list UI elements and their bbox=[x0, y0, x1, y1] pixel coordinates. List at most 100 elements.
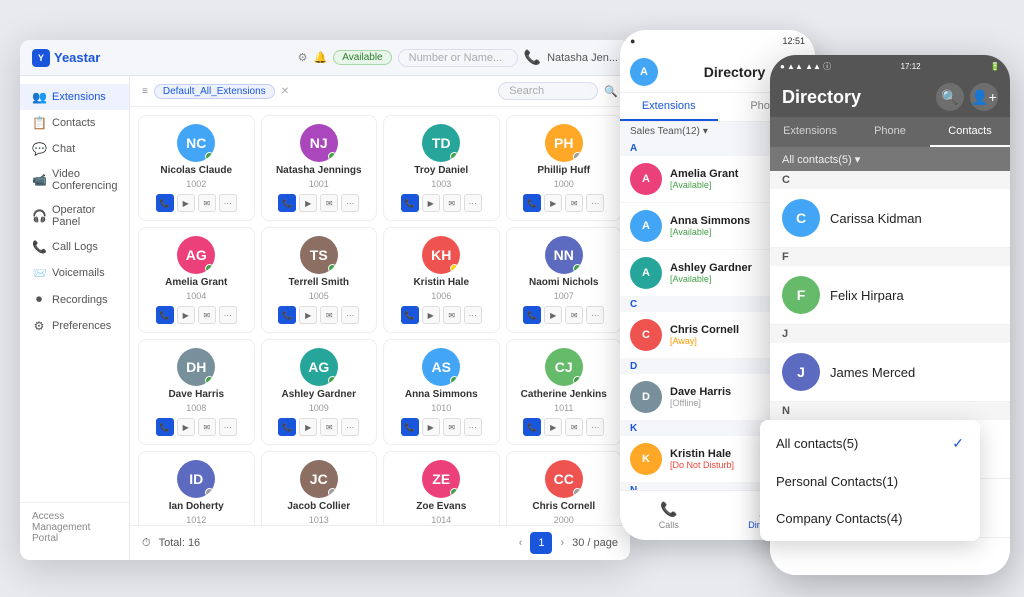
phone2-contact-item-2[interactable]: J James Merced bbox=[770, 343, 1010, 402]
phone2-contact-name: Felix Hirpara bbox=[830, 288, 904, 303]
video-button[interactable]: ▶ bbox=[299, 306, 317, 324]
message-button[interactable]: ✉ bbox=[320, 194, 338, 212]
phone2-tabs: Extensions Phone Contacts bbox=[770, 117, 1010, 148]
video-button[interactable]: ▶ bbox=[299, 418, 317, 436]
filter-tag[interactable]: Default_All_Extensions bbox=[154, 84, 275, 99]
video-button[interactable]: ▶ bbox=[544, 194, 562, 212]
phone2-contact-item-0[interactable]: C Carissa Kidman bbox=[770, 189, 1010, 248]
phone1-status-bar: ● 12:51 bbox=[620, 30, 815, 52]
video-button[interactable]: ▶ bbox=[177, 194, 195, 212]
video-button[interactable]: ▶ bbox=[544, 306, 562, 324]
search-contacts-input[interactable]: Search bbox=[498, 82, 598, 100]
more-button[interactable]: ··· bbox=[219, 418, 237, 436]
call-button[interactable]: 📞 bbox=[156, 306, 174, 324]
message-button[interactable]: ✉ bbox=[565, 306, 583, 324]
message-button[interactable]: ✉ bbox=[443, 418, 461, 436]
call-button[interactable]: 📞 bbox=[156, 418, 174, 436]
sidebar-item-contacts[interactable]: 📋 Contacts bbox=[20, 110, 129, 136]
message-button[interactable]: ✉ bbox=[565, 418, 583, 436]
phone1-tab-extensions[interactable]: Extensions bbox=[620, 93, 718, 121]
phone2-contact-item-1[interactable]: F Felix Hirpara bbox=[770, 266, 1010, 325]
video-button[interactable]: ▶ bbox=[177, 306, 195, 324]
call-button[interactable]: 📞 bbox=[523, 194, 541, 212]
call-button[interactable]: 📞 bbox=[401, 418, 419, 436]
message-button[interactable]: ✉ bbox=[443, 306, 461, 324]
video-button[interactable]: ▶ bbox=[422, 194, 440, 212]
contact-extension: 1002 bbox=[186, 179, 206, 189]
call-button[interactable]: 📞 bbox=[278, 194, 296, 212]
sidebar-footer[interactable]: Access Management Portal bbox=[20, 502, 129, 552]
call-button[interactable]: 📞 bbox=[156, 194, 174, 212]
more-button[interactable]: ··· bbox=[341, 306, 359, 324]
more-button[interactable]: ··· bbox=[586, 418, 604, 436]
letter-divider: J bbox=[770, 325, 1010, 343]
sidebar-item-calllogs[interactable]: 📞 Call Logs bbox=[20, 234, 129, 260]
contact-avatar: AG bbox=[177, 236, 215, 274]
window-body: 👥 Extensions 📋 Contacts 💬 Chat 📹 Video C… bbox=[20, 76, 630, 560]
phone2-search-button[interactable]: 🔍 bbox=[936, 83, 964, 111]
more-button[interactable]: ··· bbox=[586, 306, 604, 324]
phone2-tab-phone[interactable]: Phone bbox=[850, 117, 930, 147]
availability-status[interactable]: Available bbox=[333, 50, 391, 65]
call-button[interactable]: 📞 bbox=[278, 306, 296, 324]
contact-actions: 📞 ▶ ✉ ··· bbox=[401, 306, 482, 324]
contact-card-15: CC Chris Cornell 2000 📞 ▶ ✉ ··· bbox=[506, 451, 623, 525]
phone1-contact-avatar: K bbox=[630, 443, 662, 475]
message-button[interactable]: ✉ bbox=[320, 418, 338, 436]
more-button[interactable]: ··· bbox=[586, 194, 604, 212]
contact-actions: 📞 ▶ ✉ ··· bbox=[401, 418, 482, 436]
more-button[interactable]: ··· bbox=[464, 194, 482, 212]
sidebar-item-extensions[interactable]: 👥 Extensions bbox=[20, 84, 129, 110]
call-button[interactable]: 📞 bbox=[401, 306, 419, 324]
phone2-tab-extensions[interactable]: Extensions bbox=[770, 117, 850, 147]
dropdown-item-1[interactable]: Personal Contacts(1) bbox=[760, 463, 980, 500]
page-size-selector[interactable]: 30 / page bbox=[572, 537, 618, 549]
video-button[interactable]: ▶ bbox=[177, 418, 195, 436]
sidebar-item-recordings[interactable]: ⏺ Recordings bbox=[20, 286, 129, 313]
titlebar-controls: ⚙ 🔔 Available Number or Name... 📞 Natash… bbox=[298, 49, 618, 67]
more-button[interactable]: ··· bbox=[219, 306, 237, 324]
call-button[interactable]: 📞 bbox=[523, 418, 541, 436]
app-title: Yeastar bbox=[54, 50, 100, 65]
sidebar-label-operator: Operator Panel bbox=[52, 204, 117, 228]
phone2-status-bar: ● ▲▲ ▲▲ ⓘ 17:12 🔋 bbox=[770, 55, 1010, 77]
sidebar-item-preferences[interactable]: ⚙ Preferences bbox=[20, 313, 129, 339]
phone2-add-button[interactable]: 👤+ bbox=[970, 83, 998, 111]
contact-extension: 1005 bbox=[309, 291, 329, 301]
dropdown-item-label: Company Contacts(4) bbox=[776, 511, 902, 526]
sidebar-item-operator[interactable]: 🎧 Operator Panel bbox=[20, 198, 129, 234]
message-button[interactable]: ✉ bbox=[443, 194, 461, 212]
contact-extension: 1008 bbox=[186, 403, 206, 413]
call-button[interactable]: 📞 bbox=[523, 306, 541, 324]
sidebar-item-voicemails[interactable]: 📨 Voicemails bbox=[20, 260, 129, 286]
dropdown-item-0[interactable]: All contacts(5) ✓ bbox=[760, 424, 980, 463]
phone2-section-header[interactable]: All contacts(5) ▾ bbox=[770, 148, 1010, 171]
message-button[interactable]: ✉ bbox=[198, 306, 216, 324]
video-button[interactable]: ▶ bbox=[422, 306, 440, 324]
message-button[interactable]: ✉ bbox=[320, 306, 338, 324]
sidebar-item-chat[interactable]: 💬 Chat bbox=[20, 136, 129, 162]
call-button[interactable]: 📞 bbox=[278, 418, 296, 436]
message-button[interactable]: ✉ bbox=[198, 418, 216, 436]
page-1-button[interactable]: 1 bbox=[530, 532, 552, 554]
video-button[interactable]: ▶ bbox=[422, 418, 440, 436]
phone1-left-status: ● bbox=[630, 36, 635, 46]
more-button[interactable]: ··· bbox=[219, 194, 237, 212]
more-button[interactable]: ··· bbox=[341, 418, 359, 436]
message-button[interactable]: ✉ bbox=[198, 194, 216, 212]
contact-card-12: ID Ian Doherty 1012 📞 ▶ ✉ ··· bbox=[138, 451, 255, 525]
phone1-tab-calls[interactable]: 📞 Calls bbox=[620, 497, 718, 534]
dropdown-item-label: Personal Contacts(1) bbox=[776, 474, 898, 489]
call-button[interactable]: 📞 bbox=[401, 194, 419, 212]
dropdown-item-2[interactable]: Company Contacts(4) bbox=[760, 500, 980, 537]
contact-actions: 📞 ▶ ✉ ··· bbox=[278, 306, 359, 324]
more-button[interactable]: ··· bbox=[464, 306, 482, 324]
more-button[interactable]: ··· bbox=[341, 194, 359, 212]
phone2-tab-contacts[interactable]: Contacts bbox=[930, 117, 1010, 147]
message-button[interactable]: ✉ bbox=[565, 194, 583, 212]
more-button[interactable]: ··· bbox=[464, 418, 482, 436]
video-button[interactable]: ▶ bbox=[544, 418, 562, 436]
video-button[interactable]: ▶ bbox=[299, 194, 317, 212]
sidebar-item-video[interactable]: 📹 Video Conferencing bbox=[20, 162, 129, 198]
number-search-input[interactable]: Number or Name... bbox=[398, 49, 518, 67]
